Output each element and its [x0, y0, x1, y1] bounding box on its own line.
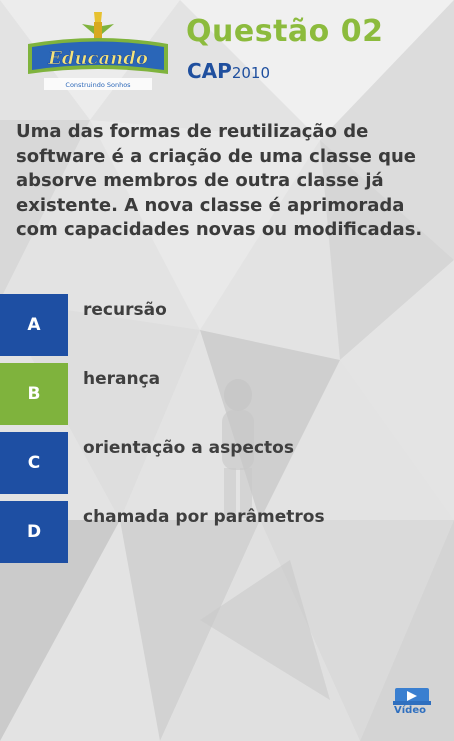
background	[0, 0, 454, 741]
educando-logo: Educando Construindo Sonhos	[28, 12, 168, 90]
question-title: Questão 02	[186, 14, 384, 49]
option-a-button[interactable]: A	[0, 294, 68, 356]
option-b-letter: B	[27, 384, 41, 404]
option-a-letter: A	[27, 315, 41, 335]
exam-year: 2010	[231, 64, 271, 82]
header: Educando Construindo Sonhos Questão 02 C…	[0, 0, 454, 108]
video-label[interactable]: Vídeo	[388, 705, 432, 716]
option-d-letter: D	[26, 522, 42, 542]
exam-name: CAP	[187, 59, 232, 83]
option-c-button[interactable]: C	[0, 432, 68, 494]
exam-subtitle: CAP2010	[187, 59, 270, 83]
svg-text:Educando: Educando	[47, 48, 148, 69]
question-text: Uma das formas de reutilização de softwa…	[16, 121, 423, 240]
video-icon[interactable]	[389, 686, 435, 722]
option-c-letter: C	[27, 453, 41, 473]
option-d-text[interactable]: chamada por parâmetros	[83, 507, 325, 527]
option-d-button[interactable]: D	[0, 501, 68, 563]
option-a-text[interactable]: recursão	[83, 300, 167, 320]
option-b-text[interactable]: herança	[83, 369, 160, 389]
option-c-text[interactable]: orientação a aspectos	[83, 438, 294, 458]
svg-text:Construindo Sonhos: Construindo Sonhos	[65, 81, 131, 89]
option-b-button[interactable]: B	[0, 363, 68, 425]
